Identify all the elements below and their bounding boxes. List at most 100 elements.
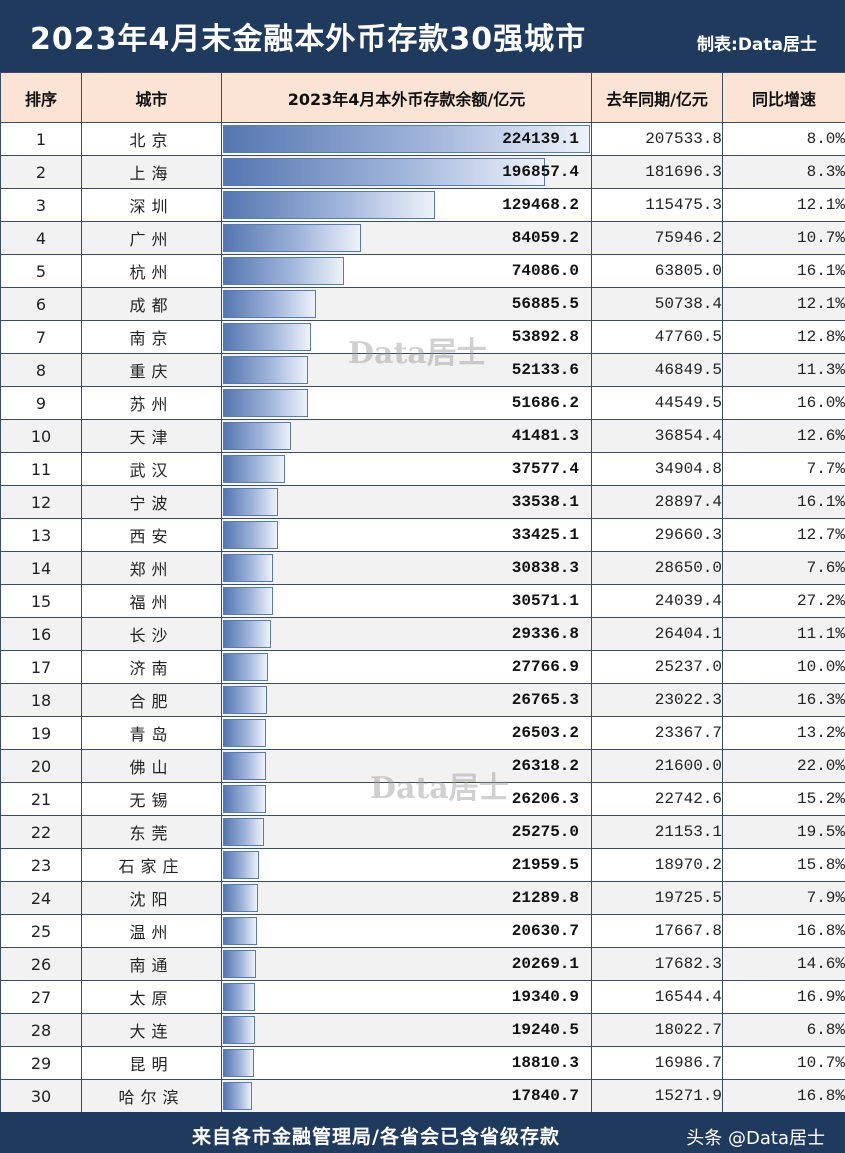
balance-bar: [223, 224, 361, 252]
balance-cell: 26503.2: [221, 716, 592, 750]
table-body: 1 北京 224139.1 207533.8 8.0% 2 上海 196857.4 181696…: [0, 122, 845, 1113]
rank-cell: 24: [0, 881, 82, 915]
balance-cell: 129468.2: [221, 188, 592, 222]
rank-cell: 27: [0, 980, 82, 1014]
growth-cell: 7.9%: [722, 881, 845, 915]
balance-cell: 30571.1: [221, 584, 592, 618]
balance-value: 20269.1: [511, 955, 579, 973]
balance-bar: [223, 719, 266, 747]
table-row: 28 大连 19240.5 18022.7 6.8%: [0, 1013, 845, 1047]
balance-cell: 25275.0: [221, 815, 592, 849]
table-row: 21 无锡 26206.3 22742.6 15.2%: [0, 782, 845, 816]
growth-cell: 12.8%: [722, 320, 845, 354]
growth-cell: 16.3%: [722, 683, 845, 717]
table-row: 8 重庆 52133.6 46849.5 11.3%: [0, 353, 845, 387]
city-cell: 杭州: [81, 254, 222, 288]
growth-cell: 16.1%: [722, 485, 845, 519]
balance-bar: [223, 389, 308, 417]
growth-cell: 11.1%: [722, 617, 845, 651]
table-row: 15 福州 30571.1 24039.4 27.2%: [0, 584, 845, 618]
growth-cell: 6.8%: [722, 1013, 845, 1047]
balance-value: 30838.3: [511, 559, 579, 577]
title-bar: 2023年4月末金融本外币存款30强城市 制表:Data居士: [0, 0, 845, 72]
table-header-row: 排序 城市 2023年4月本外币存款余额/亿元 去年同期/亿元 同比增速: [0, 72, 845, 123]
last-year-cell: 19725.5: [591, 881, 723, 915]
growth-cell: 22.0%: [722, 749, 845, 783]
city-cell: 天津: [81, 419, 222, 453]
last-year-cell: 75946.2: [591, 221, 723, 255]
balance-cell: 17840.7: [221, 1079, 592, 1113]
city-cell: 西安: [81, 518, 222, 552]
balance-value: 25275.0: [511, 823, 579, 841]
balance-bar: [223, 950, 256, 978]
table-row: 3 深圳 129468.2 115475.3 12.1%: [0, 188, 845, 222]
balance-value: 33538.1: [511, 493, 579, 511]
rank-cell: 25: [0, 914, 82, 948]
city-cell: 北京: [81, 122, 222, 156]
rank-cell: 10: [0, 419, 82, 453]
balance-value: 30571.1: [511, 592, 579, 610]
balance-cell: 19340.9: [221, 980, 592, 1014]
city-cell: 上海: [81, 155, 222, 189]
table-row: 17 济南 27766.9 25237.0 10.0%: [0, 650, 845, 684]
rank-cell: 29: [0, 1046, 82, 1080]
city-cell: 武汉: [81, 452, 222, 486]
last-year-cell: 16986.7: [591, 1046, 723, 1080]
table-row: 24 沈阳 21289.8 19725.5 7.9%: [0, 881, 845, 915]
balance-bar: [223, 455, 285, 483]
city-cell: 深圳: [81, 188, 222, 222]
balance-cell: 18810.3: [221, 1046, 592, 1080]
balance-cell: 26765.3: [221, 683, 592, 717]
balance-cell: 53892.8: [221, 320, 592, 354]
table-row: 12 宁波 33538.1 28897.4 16.1%: [0, 485, 845, 519]
last-year-cell: 44549.5: [591, 386, 723, 420]
balance-bar: [223, 1016, 255, 1044]
growth-cell: 11.3%: [722, 353, 845, 387]
city-cell: 南通: [81, 947, 222, 981]
balance-cell: 51686.2: [221, 386, 592, 420]
table-row: 2 上海 196857.4 181696.3 8.3%: [0, 155, 845, 189]
rank-cell: 3: [0, 188, 82, 222]
last-year-cell: 21153.1: [591, 815, 723, 849]
rank-cell: 11: [0, 452, 82, 486]
balance-cell: 56885.5: [221, 287, 592, 321]
last-year-cell: 36854.4: [591, 419, 723, 453]
balance-value: 74086.0: [511, 262, 579, 280]
rank-cell: 18: [0, 683, 82, 717]
rank-cell: 7: [0, 320, 82, 354]
table-row: 4 广州 84059.2 75946.2 10.7%: [0, 221, 845, 255]
city-cell: 宁波: [81, 485, 222, 519]
rank-cell: 28: [0, 1013, 82, 1047]
growth-cell: 16.0%: [722, 386, 845, 420]
footer-bar: 来自各市金融管理局/各省会已含省级存款 头条 @Data居士: [0, 1112, 845, 1153]
city-cell: 南京: [81, 320, 222, 354]
city-cell: 温州: [81, 914, 222, 948]
balance-cell: 52133.6: [221, 353, 592, 387]
balance-bar: [223, 686, 267, 714]
ranking-table: 排序 城市 2023年4月本外币存款余额/亿元 去年同期/亿元 同比增速 1 北京…: [0, 72, 845, 1113]
growth-cell: 16.1%: [722, 254, 845, 288]
last-year-cell: 181696.3: [591, 155, 723, 189]
table-row: 10 天津 41481.3 36854.4 12.6%: [0, 419, 845, 453]
last-year-cell: 34904.8: [591, 452, 723, 486]
rank-cell: 19: [0, 716, 82, 750]
city-cell: 石家庄: [81, 848, 222, 882]
balance-cell: 26318.2: [221, 749, 592, 783]
rank-cell: 30: [0, 1079, 82, 1113]
balance-value: 129468.2: [502, 196, 579, 214]
balance-value: 26503.2: [511, 724, 579, 742]
table-row: 29 昆明 18810.3 16986.7 10.7%: [0, 1046, 845, 1080]
balance-bar: [223, 653, 268, 681]
city-cell: 广州: [81, 221, 222, 255]
rank-cell: 15: [0, 584, 82, 618]
balance-value: 21289.8: [511, 889, 579, 907]
table-row: 13 西安 33425.1 29660.3 12.7%: [0, 518, 845, 552]
table-row: 30 哈尔滨 17840.7 15271.9 16.8%: [0, 1079, 845, 1113]
city-cell: 无锡: [81, 782, 222, 816]
city-cell: 济南: [81, 650, 222, 684]
last-year-cell: 29660.3: [591, 518, 723, 552]
last-year-cell: 24039.4: [591, 584, 723, 618]
balance-cell: 26206.3: [221, 782, 592, 816]
balance-bar: [223, 191, 435, 219]
column-header-balance: 2023年4月本外币存款余额/亿元: [221, 72, 592, 123]
